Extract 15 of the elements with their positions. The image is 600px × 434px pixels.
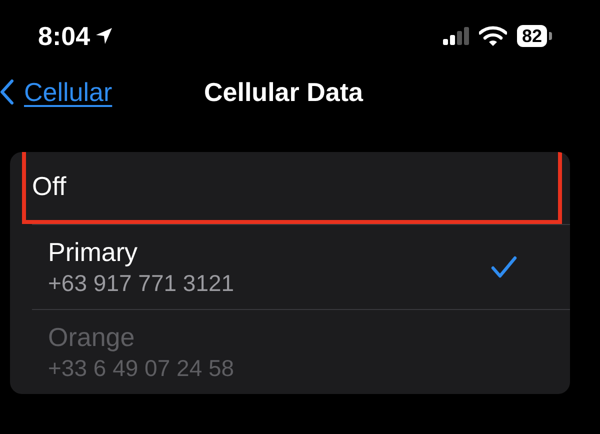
battery-level: 82: [516, 25, 547, 47]
phone-number: +63 917 771 3121: [48, 270, 234, 297]
phone-number: +33 6 49 07 24 58: [48, 355, 234, 382]
location-arrow-icon: [94, 26, 114, 46]
clock-time: 8:04: [38, 20, 90, 52]
option-label: Primary: [48, 237, 139, 268]
chevron-left-icon: [0, 79, 14, 105]
checkmark-icon: [490, 255, 518, 279]
option-label: Off: [32, 170, 66, 202]
cellular-signal-icon: [442, 27, 469, 45]
option-label: Orange: [48, 322, 136, 353]
page-title: Cellular Data: [204, 76, 363, 108]
wifi-icon: [478, 26, 507, 46]
option-row[interactable]: Primary +63 917 771 3121: [22, 225, 570, 309]
back-link[interactable]: Cellular: [0, 76, 112, 108]
